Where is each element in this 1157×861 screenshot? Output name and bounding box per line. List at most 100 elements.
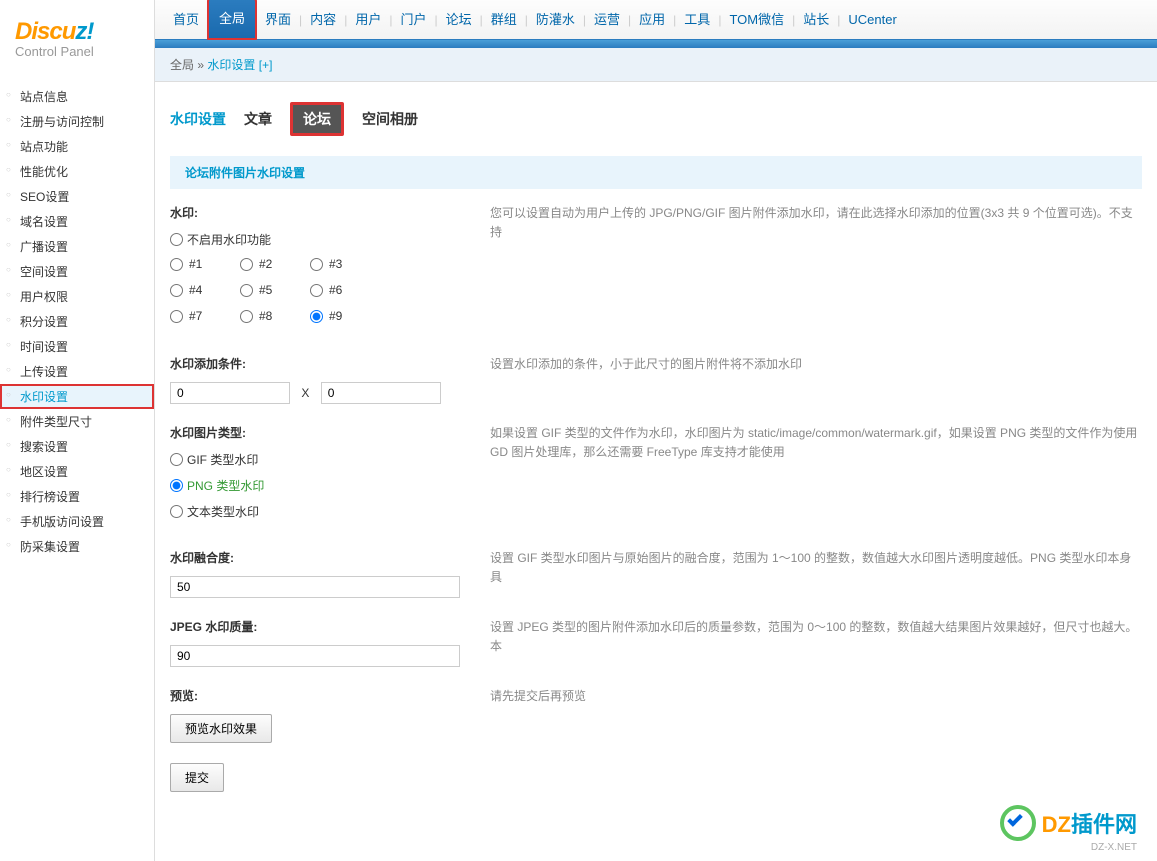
radio-position-5[interactable]: #5 bbox=[240, 283, 285, 297]
sidebar-item-12[interactable]: 水印设置 bbox=[0, 384, 154, 409]
sidebar-item-16[interactable]: 排行榜设置 bbox=[0, 484, 154, 509]
sidebar-link[interactable]: 搜索设置 bbox=[20, 440, 68, 454]
condition-width-input[interactable] bbox=[170, 382, 290, 404]
sidebar-item-0[interactable]: 站点信息 bbox=[0, 84, 154, 109]
nav-item-11[interactable]: 工具 bbox=[676, 0, 718, 40]
sidebar-link[interactable]: 水印设置 bbox=[20, 390, 68, 404]
sidebar-link[interactable]: 防采集设置 bbox=[20, 540, 80, 554]
radio-position-2[interactable]: #2 bbox=[240, 257, 285, 271]
sidebar-link[interactable]: 上传设置 bbox=[20, 365, 68, 379]
tab-0[interactable]: 水印设置 bbox=[170, 109, 226, 129]
sidebar-item-15[interactable]: 地区设置 bbox=[0, 459, 154, 484]
nav-item-1[interactable]: 全局 bbox=[207, 0, 257, 40]
radio-disable-watermark[interactable]: 不启用水印功能 bbox=[170, 231, 271, 248]
sidebar-link[interactable]: 时间设置 bbox=[20, 340, 68, 354]
tab-1[interactable]: 文章 bbox=[244, 109, 272, 129]
sidebar-link[interactable]: 广播设置 bbox=[20, 240, 68, 254]
radio-position-3[interactable]: #3 bbox=[310, 257, 355, 271]
tab-2[interactable]: 论坛 bbox=[290, 102, 344, 136]
preview-button[interactable]: 预览水印效果 bbox=[170, 714, 272, 743]
sidebar-item-9[interactable]: 积分设置 bbox=[0, 309, 154, 334]
radio-position-1[interactable]: #1 bbox=[170, 257, 215, 271]
sidebar-item-5[interactable]: 域名设置 bbox=[0, 209, 154, 234]
sidebar-item-6[interactable]: 广播设置 bbox=[0, 234, 154, 259]
nav-item-10[interactable]: 应用 bbox=[631, 0, 673, 40]
sidebar-item-13[interactable]: 附件类型尺寸 bbox=[0, 409, 154, 434]
jpeg-label: JPEG 水印质量: bbox=[170, 618, 490, 635]
watermark-label: 水印: bbox=[170, 204, 490, 221]
radio-position-4[interactable]: #4 bbox=[170, 283, 215, 297]
nav-item-12[interactable]: TOM微信 bbox=[721, 0, 792, 40]
check-icon bbox=[1000, 805, 1036, 841]
breadcrumb: 全局 » 水印设置 [+] bbox=[155, 48, 1157, 82]
sidebar-link[interactable]: 性能优化 bbox=[20, 165, 68, 179]
imgtype-desc: 如果设置 GIF 类型的文件作为水印，水印图片为 static/image/co… bbox=[490, 424, 1142, 529]
sidebar-link[interactable]: 地区设置 bbox=[20, 465, 68, 479]
side-menu: 站点信息注册与访问控制站点功能性能优化 SEO设置域名设置广播设置空间设置用户权限… bbox=[0, 69, 154, 574]
nav-item-14[interactable]: UCenter bbox=[840, 0, 904, 40]
sidebar-item-7[interactable]: 空间设置 bbox=[0, 259, 154, 284]
sidebar-link[interactable]: 域名设置 bbox=[20, 215, 68, 229]
sidebar-item-2[interactable]: 站点功能 bbox=[0, 134, 154, 159]
preview-desc: 请先提交后再预览 bbox=[490, 687, 1142, 743]
radio-imgtype-1[interactable]: PNG 类型水印 bbox=[170, 477, 264, 494]
nav-item-6[interactable]: 论坛 bbox=[438, 0, 480, 40]
logo: Discuz! Control Panel bbox=[0, 0, 154, 69]
sidebar-link[interactable]: 注册与访问控制 bbox=[20, 115, 104, 129]
sidebar-link[interactable]: 空间设置 bbox=[20, 265, 68, 279]
sidebar-item-14[interactable]: 搜索设置 bbox=[0, 434, 154, 459]
nav-item-4[interactable]: 用户 bbox=[347, 0, 389, 40]
footer-watermark-logo: DZ插件网 DZ-X.NET bbox=[1000, 805, 1137, 841]
main-area: 首页全局界面|内容|用户|门户|论坛|群组|防灌水|运营|应用|工具|TOM微信… bbox=[155, 0, 1157, 861]
top-nav: 首页全局界面|内容|用户|门户|论坛|群组|防灌水|运营|应用|工具|TOM微信… bbox=[155, 0, 1157, 40]
sidebar-item-17[interactable]: 手机版访问设置 bbox=[0, 509, 154, 534]
jpeg-desc: 设置 JPEG 类型的图片附件添加水印后的质量参数，范围为 0～100 的整数，… bbox=[490, 618, 1142, 667]
nav-item-5[interactable]: 门户 bbox=[392, 0, 434, 40]
sidebar-item-8[interactable]: 用户权限 bbox=[0, 284, 154, 309]
sidebar-item-3[interactable]: 性能优化 bbox=[0, 159, 154, 184]
sidebar-link[interactable]: 排行榜设置 bbox=[20, 490, 80, 504]
radio-position-9[interactable]: #9 bbox=[310, 309, 355, 323]
sidebar-link[interactable]: 积分设置 bbox=[20, 315, 68, 329]
nav-item-3[interactable]: 内容 bbox=[302, 0, 344, 40]
logo-subtitle: Control Panel bbox=[15, 44, 139, 59]
radio-imgtype-0[interactable]: GIF 类型水印 bbox=[170, 451, 258, 468]
breadcrumb-expand[interactable]: [+] bbox=[259, 58, 273, 72]
watermark-desc: 您可以设置自动为用户上传的 JPG/PNG/GIF 图片附件添加水印，请在此选择… bbox=[490, 204, 1142, 335]
logo-text: Discu bbox=[15, 18, 75, 45]
submit-button[interactable]: 提交 bbox=[170, 763, 224, 792]
sidebar-item-18[interactable]: 防采集设置 bbox=[0, 534, 154, 559]
nav-item-8[interactable]: 防灌水 bbox=[528, 0, 583, 40]
radio-position-8[interactable]: #8 bbox=[240, 309, 285, 323]
imgtype-label: 水印图片类型: bbox=[170, 424, 490, 441]
nav-bg bbox=[155, 40, 1157, 48]
nav-item-7[interactable]: 群组 bbox=[483, 0, 525, 40]
sidebar-item-11[interactable]: 上传设置 bbox=[0, 359, 154, 384]
sub-tabs: 水印设置文章论坛空间相册 bbox=[155, 82, 1157, 146]
radio-imgtype-2[interactable]: 文本类型水印 bbox=[170, 503, 259, 520]
sidebar-link[interactable]: 站点信息 bbox=[20, 90, 68, 104]
sidebar-item-10[interactable]: 时间设置 bbox=[0, 334, 154, 359]
nav-item-0[interactable]: 首页 bbox=[165, 0, 207, 40]
nav-item-9[interactable]: 运营 bbox=[586, 0, 628, 40]
sidebar-link[interactable]: 站点功能 bbox=[20, 140, 68, 154]
nav-item-13[interactable]: 站长 bbox=[795, 0, 837, 40]
opacity-desc: 设置 GIF 类型水印图片与原始图片的融合度，范围为 1～100 的整数，数值越… bbox=[490, 549, 1142, 598]
condition-height-input[interactable] bbox=[321, 382, 441, 404]
breadcrumb-page[interactable]: 水印设置 bbox=[207, 58, 255, 72]
condition-desc: 设置水印添加的条件，小于此尺寸的图片附件将不添加水印 bbox=[490, 355, 1142, 404]
sidebar-item-4[interactable]: SEO设置 bbox=[0, 184, 154, 209]
radio-position-7[interactable]: #7 bbox=[170, 309, 215, 323]
sidebar-link[interactable]: 手机版访问设置 bbox=[20, 515, 104, 529]
radio-position-6[interactable]: #6 bbox=[310, 283, 355, 297]
sidebar-item-1[interactable]: 注册与访问控制 bbox=[0, 109, 154, 134]
tab-3[interactable]: 空间相册 bbox=[362, 109, 418, 129]
opacity-input[interactable] bbox=[170, 576, 460, 598]
jpeg-input[interactable] bbox=[170, 645, 460, 667]
sidebar-link[interactable]: 用户权限 bbox=[20, 290, 68, 304]
sidebar-link[interactable]: SEO设置 bbox=[20, 190, 69, 204]
nav-item-2[interactable]: 界面 bbox=[257, 0, 299, 40]
section-title: 论坛附件图片水印设置 bbox=[170, 156, 1142, 189]
sidebar-link[interactable]: 附件类型尺寸 bbox=[20, 415, 92, 429]
condition-label: 水印添加条件: bbox=[170, 355, 490, 372]
